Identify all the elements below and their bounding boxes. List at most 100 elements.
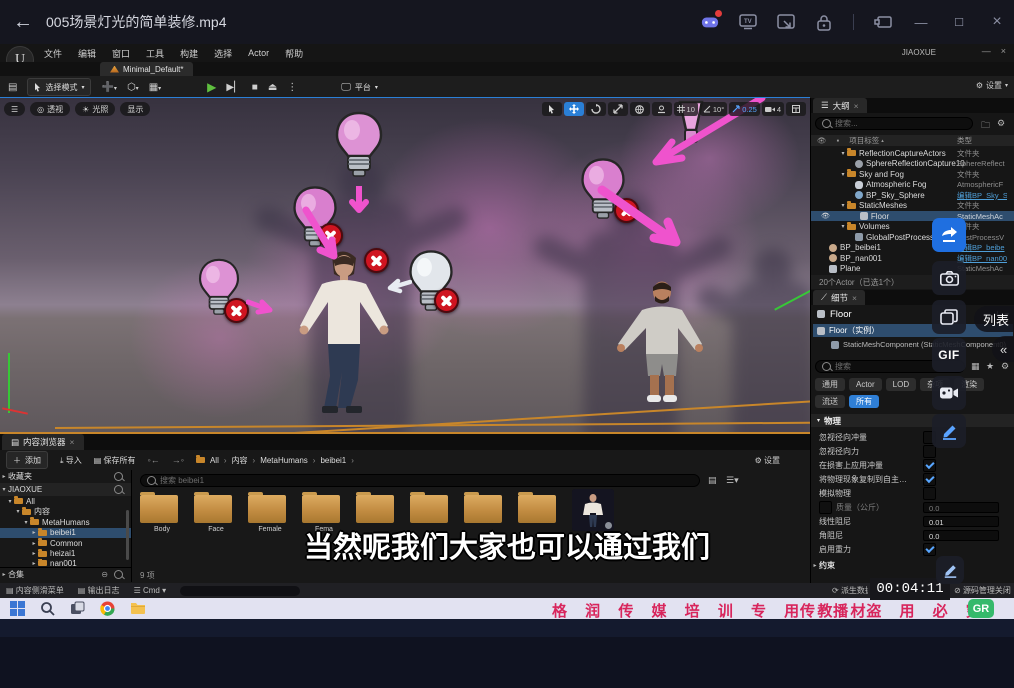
filter-actor[interactable]: Actor <box>849 378 882 391</box>
checkbox[interactable] <box>923 487 936 500</box>
close-icon[interactable]: × <box>988 13 1006 31</box>
camera-speed[interactable]: 4 <box>762 102 784 116</box>
filter-general[interactable]: 通用 <box>815 378 845 391</box>
maximize-viewport[interactable] <box>786 102 806 116</box>
mini-mode-icon[interactable] <box>874 13 892 31</box>
screenshot-camera-button[interactable] <box>932 261 966 295</box>
file-explorer-icon[interactable] <box>130 601 146 615</box>
mode-select-dropdown[interactable]: 选择模式▾ <box>27 78 91 96</box>
game-center-icon[interactable] <box>701 13 719 31</box>
back-nav-icon[interactable]: ◦← <box>148 455 160 465</box>
asset-search-input[interactable]: 搜索 beibei1 <box>140 474 700 487</box>
outliner-row[interactable]: ▾StaticMeshes文件夹 <box>811 201 1014 211</box>
details-grid-icon[interactable]: ▦ <box>971 361 980 372</box>
outliner-row[interactable]: PlaneStaticMeshAc <box>811 264 1014 274</box>
breadcrumb-metahumans[interactable]: MetaHumans <box>260 456 308 465</box>
outliner-row[interactable]: ▾Volumes文件夹 <box>811 222 1014 232</box>
screenshot-album-button[interactable] <box>932 300 966 334</box>
save-icon[interactable]: ▤ <box>8 82 17 93</box>
rotation-snap-toggle[interactable]: 10° <box>700 102 727 116</box>
outliner-row[interactable]: GlobalPostProcessPostProcessV <box>811 232 1014 242</box>
cinematics-icon[interactable]: ▦▾ <box>149 82 161 93</box>
scale-snap-toggle[interactable]: 0.25 <box>729 102 760 116</box>
maximize-icon[interactable]: ☐ <box>950 13 968 31</box>
blueprints-icon[interactable]: ⬡▾ <box>127 82 139 93</box>
start-icon[interactable] <box>10 601 25 616</box>
breadcrumb-content[interactable]: 内容 <box>232 455 248 466</box>
point-light-billboard-1[interactable] <box>330 110 388 186</box>
back-button[interactable]: ← <box>0 11 46 34</box>
checkbox[interactable] <box>819 501 832 514</box>
type-column[interactable]: 类型 <box>957 135 972 146</box>
ue-viewport[interactable]: ☰ ◎ 透视 ☀ 光照 显示 10 10° 0.25 4 <box>0 98 810 432</box>
menu-actor[interactable]: Actor <box>248 48 269 58</box>
visibility-column-icon[interactable]: 👁 <box>817 136 827 145</box>
cast-icon[interactable] <box>777 13 795 31</box>
source-control-status[interactable]: ⊘ 源码管理关闭 <box>954 585 1011 596</box>
physics-section-header[interactable]: ▾物理 <box>811 414 1014 427</box>
details-settings-icon[interactable]: ⚙ <box>1001 361 1009 372</box>
menu-tools[interactable]: 工具 <box>146 47 164 60</box>
lit-mode-button[interactable]: ☀ 光照 <box>75 102 115 116</box>
content-browser-tab[interactable]: ▤ 内容浏览器 × <box>2 434 84 450</box>
female-character[interactable] <box>292 250 392 420</box>
save-search-icon[interactable]: ▤ <box>708 475 717 486</box>
gif-button[interactable]: gif <box>932 338 966 372</box>
grid-snap-toggle[interactable]: 10 <box>674 102 698 116</box>
ue-close-icon[interactable]: × <box>1001 46 1006 56</box>
favorites-section[interactable]: ▸收藏夹 <box>0 470 131 483</box>
play-options-kebab[interactable]: ⋮ <box>287 82 297 93</box>
select-tool[interactable] <box>542 102 562 116</box>
breadcrumb-beibei1[interactable]: beibei1 <box>320 456 346 465</box>
outliner-settings-icon[interactable]: ⚙ <box>997 118 1005 129</box>
scale-tool[interactable] <box>608 102 628 116</box>
menu-window[interactable]: 窗口 <box>112 47 130 60</box>
details-tab[interactable]: ⟋ 细节 × <box>813 290 865 305</box>
play-button[interactable]: ▶ <box>207 80 216 94</box>
playlist-flyout-tab[interactable]: 列表 <box>974 306 1014 332</box>
pin-column-icon[interactable]: ▪ <box>837 136 840 145</box>
cmd-dropdown[interactable]: ☰ Cmd ▾ <box>134 586 167 595</box>
move-tool[interactable] <box>564 102 584 116</box>
taskbar-search-icon[interactable] <box>40 601 55 616</box>
platform-dropdown[interactable]: 🖵平台▾ <box>335 79 384 95</box>
record-button[interactable] <box>932 376 966 410</box>
outliner-row[interactable]: BP_nan001编辑BP_nan00 <box>811 253 1014 263</box>
tree-item-all[interactable]: ▾All <box>0 496 131 507</box>
filter-icon[interactable]: ☰▾ <box>726 475 739 486</box>
checkbox[interactable] <box>923 473 936 486</box>
filter-streaming[interactable]: 流送 <box>815 395 845 408</box>
viewport-options-menu[interactable]: ☰ <box>4 102 25 116</box>
forward-nav-icon[interactable]: →◦ <box>172 455 184 465</box>
outliner-row[interactable]: SphereReflectionCapture10SphereReflect <box>811 159 1014 169</box>
add-button[interactable]: ＋ 添加 <box>6 451 48 469</box>
outliner-search-input[interactable]: 搜索... <box>815 117 973 130</box>
content-drawer-button[interactable]: ▤ 内容侧滑菜单 <box>6 585 64 596</box>
add-actor-icon[interactable]: ➕▾ <box>101 82 116 93</box>
minimize-icon[interactable]: — <box>912 13 930 31</box>
eye-icon[interactable]: 👁 <box>821 212 830 220</box>
outliner-row[interactable]: ▾Sky and Fog文件夹 <box>811 169 1014 179</box>
favorites-star-icon[interactable]: ★ <box>986 361 994 372</box>
breadcrumb-all[interactable]: All <box>210 456 219 465</box>
outliner-row[interactable]: BP_Sky_Sphere编辑BP_Sky_S <box>811 190 1014 200</box>
tree-item-content[interactable]: ▾内容 <box>0 507 131 518</box>
eject-icon[interactable]: ⏏ <box>268 82 277 93</box>
import-button[interactable]: ⤓ 导入 <box>60 455 82 466</box>
outliner-row[interactable]: ▾ReflectionCaptureActors文件夹 <box>811 148 1014 158</box>
annotate-pencil-button[interactable] <box>932 414 966 448</box>
play-from-icon[interactable]: ▶▏ <box>226 82 241 93</box>
cb-settings-button[interactable]: ⚙ 设置 <box>755 455 780 466</box>
details-component-row[interactable]: StaticMeshComponent (StaticMeshComponent… <box>813 338 1013 351</box>
world-local-toggle[interactable] <box>630 102 650 116</box>
stop-icon[interactable]: ■ <box>252 82 258 93</box>
rotate-tool[interactable] <box>586 102 606 116</box>
derived-data-status[interactable]: ⟳ 派生数据 <box>832 585 868 596</box>
menu-file[interactable]: 文件 <box>44 47 62 60</box>
menu-edit[interactable]: 编辑 <box>78 47 96 60</box>
surface-snap-toggle[interactable] <box>652 102 672 116</box>
menu-select[interactable]: 选择 <box>214 47 232 60</box>
project-section[interactable]: ▾JIAOXUE <box>0 483 131 496</box>
filter-all[interactable]: 所有 <box>849 395 879 408</box>
lock-icon[interactable] <box>815 13 833 31</box>
